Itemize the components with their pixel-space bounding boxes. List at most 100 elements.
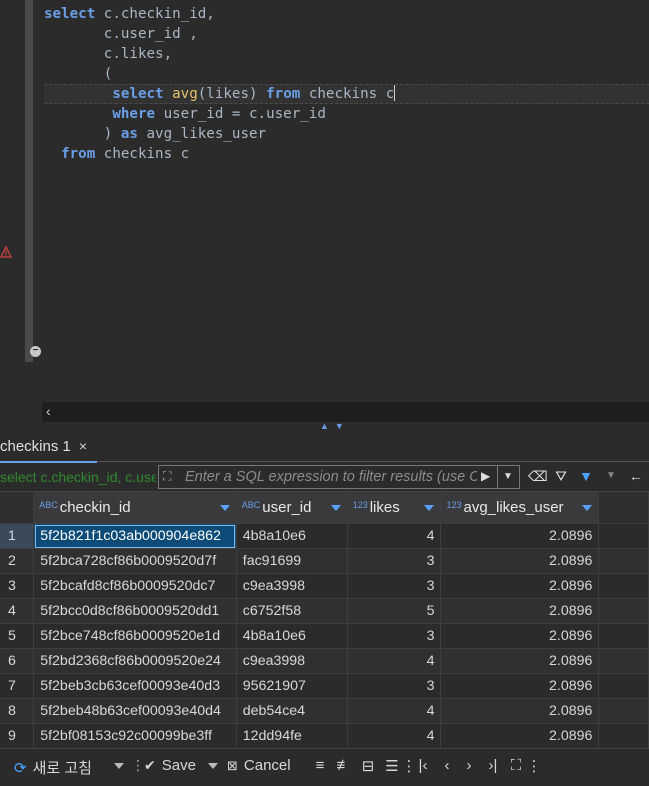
refresh-dropdown[interactable]	[114, 763, 124, 769]
table-row[interactable]: 4 5f2bcc0d8cf86b0009520dd1 c6752f58 5 2.0896	[0, 598, 649, 624]
fetch-all-icon[interactable]: ⛶	[507, 757, 525, 774]
apply-filter-icon[interactable]: ▶	[481, 469, 490, 483]
fold-collapse-icon[interactable]: −	[30, 346, 41, 357]
prev-page-icon[interactable]: ‹	[438, 757, 456, 774]
cell-user-id[interactable]: 4b8a10e6	[236, 523, 348, 549]
copy-row-icon[interactable]: ⊟	[359, 757, 377, 775]
cell-avg-likes-user[interactable]: 2.0896	[440, 548, 600, 574]
chevron-down-icon[interactable]: ▼	[603, 466, 619, 486]
row-number[interactable]: 9	[0, 723, 35, 749]
cell-user-id[interactable]: 95621907	[236, 673, 348, 699]
scroll-left-icon[interactable]: ‹	[46, 403, 51, 419]
table-row[interactable]: 8 5f2beb48b63cef00093e40d4 deb54ce4 4 2.0896	[0, 698, 649, 724]
filter-settings-icon[interactable]: ⛛	[553, 466, 569, 486]
delete-row-icon[interactable]: ☰	[383, 757, 401, 775]
first-page-icon[interactable]: |‹	[414, 757, 432, 774]
chevron-down-icon[interactable]: ▼	[497, 466, 518, 488]
sort-icon[interactable]	[330, 505, 341, 511]
column-header-likes[interactable]: 123 likes	[347, 492, 442, 524]
row-number[interactable]: 4	[0, 598, 35, 624]
column-header-user-id[interactable]: ABC user_id	[236, 492, 348, 524]
row-number[interactable]: 6	[0, 648, 35, 674]
edit-rows-icon[interactable]: ≡	[311, 757, 329, 774]
cell-likes[interactable]: 3	[347, 673, 442, 699]
table-row[interactable]: 9 5f2bf08153c92c00099be3ff 12dd94fe 4 2.0896	[0, 723, 649, 749]
cell-avg-likes-user[interactable]: 2.0896	[440, 673, 600, 699]
sort-icon[interactable]	[424, 505, 435, 511]
cell-avg-likes-user[interactable]: 2.0896	[440, 523, 600, 549]
row-number[interactable]: 3	[0, 573, 35, 599]
sort-icon[interactable]	[219, 505, 230, 511]
cell-avg-likes-user[interactable]: 2.0896	[440, 723, 600, 749]
cell-avg-likes-user[interactable]: 2.0896	[440, 648, 600, 674]
cell-likes[interactable]: 4	[347, 523, 442, 549]
results-grid[interactable]: ABC checkin_id ABC user_id 123 likes 123 avg…	[0, 491, 649, 749]
code-line[interactable]: select c.checkin_id,	[44, 4, 649, 24]
more-icon[interactable]: ⋮	[525, 757, 543, 775]
cell-likes[interactable]: 4	[347, 698, 442, 724]
row-number[interactable]: 8	[0, 698, 35, 724]
cell-avg-likes-user[interactable]: 2.0896	[440, 698, 600, 724]
code-line[interactable]: (	[44, 64, 649, 84]
cell-likes[interactable]: 3	[347, 548, 442, 574]
cell-checkin-id[interactable]: 5f2bd2368cf86b0009520e24	[33, 648, 237, 674]
row-number[interactable]: 1	[0, 523, 35, 549]
cancel-button[interactable]: ⊠ Cancel	[227, 757, 291, 774]
cell-user-id[interactable]: c9ea3998	[236, 648, 348, 674]
save-dropdown[interactable]	[208, 763, 218, 769]
back-arrow-icon[interactable]: ←	[628, 466, 644, 486]
save-button[interactable]: ✔ Save	[144, 757, 196, 774]
code-line[interactable]: c.user_id ,	[44, 24, 649, 44]
table-row[interactable]: 1 5f2b821f1c03ab000904e862 4b8a10e6 4 2.0896	[0, 523, 649, 549]
filter-icon[interactable]: ▼	[578, 466, 594, 486]
add-row-icon[interactable]: ≢	[335, 757, 353, 774]
cell-avg-likes-user[interactable]: 2.0896	[440, 573, 600, 599]
code-line[interactable]: from checkins c	[44, 144, 649, 164]
refresh-button[interactable]: ⟳ 새로 고침	[14, 757, 92, 778]
cell-avg-likes-user[interactable]: 2.0896	[440, 598, 600, 624]
cell-checkin-id[interactable]: 5f2bcafd8cf86b0009520dc7	[33, 573, 237, 599]
sql-code[interactable]: select c.checkin_id, c.user_id , c.likes…	[44, 4, 649, 164]
cell-likes[interactable]: 3	[347, 573, 442, 599]
cell-user-id[interactable]: deb54ce4	[236, 698, 348, 724]
cell-user-id[interactable]: fac91699	[236, 548, 348, 574]
tab-checkins-1[interactable]: checkins 1 ×	[0, 431, 98, 463]
code-line[interactable]: c.likes,	[44, 44, 649, 64]
code-line[interactable]: select avg(likes) from checkins c	[44, 84, 649, 104]
table-row[interactable]: 7 5f2beb3cb63cef00093e40d3 95621907 3 2.0896	[0, 673, 649, 699]
code-line[interactable]: where user_id = c.user_id	[44, 104, 649, 124]
cell-checkin-id[interactable]: 5f2bce748cf86b0009520e1d	[33, 623, 237, 649]
splitter-arrows-icon[interactable]: ▲▼	[320, 421, 350, 431]
filter-input[interactable]	[185, 467, 477, 487]
cell-likes[interactable]: 3	[347, 623, 442, 649]
table-row[interactable]: 5 5f2bce748cf86b0009520e1d 4b8a10e6 3 2.0896	[0, 623, 649, 649]
cell-checkin-id[interactable]: 5f2beb3cb63cef00093e40d3	[33, 673, 237, 699]
cell-user-id[interactable]: 4b8a10e6	[236, 623, 348, 649]
more-menu[interactable]: ⋮	[131, 757, 145, 774]
row-number[interactable]: 2	[0, 548, 35, 574]
next-page-icon[interactable]: ›	[460, 757, 478, 774]
row-number-header[interactable]	[0, 492, 35, 524]
eraser-icon[interactable]: ⌫	[528, 466, 548, 486]
query-text-preview[interactable]: select c.checkin_id, c.user_id	[0, 467, 156, 487]
cell-checkin-id[interactable]: 5f2b821f1c03ab000904e862	[33, 523, 237, 549]
last-page-icon[interactable]: ›|	[484, 757, 502, 774]
table-row[interactable]: 6 5f2bd2368cf86b0009520e24 c9ea3998 4 2.0896	[0, 648, 649, 674]
column-header-avg-likes-user[interactable]: 123 avg_likes_user	[440, 492, 600, 524]
cell-likes[interactable]: 5	[347, 598, 442, 624]
row-number[interactable]: 5	[0, 623, 35, 649]
cell-user-id[interactable]: c6752f58	[236, 598, 348, 624]
cell-checkin-id[interactable]: 5f2bf08153c92c00099be3ff	[33, 723, 237, 749]
sql-editor[interactable]: − select c.checkin_id, c.user_id , c.lik…	[0, 0, 649, 402]
close-icon[interactable]: ×	[79, 438, 87, 454]
cell-avg-likes-user[interactable]: 2.0896	[440, 623, 600, 649]
expand-icon[interactable]: ⛶	[163, 469, 177, 483]
table-row[interactable]: 2 5f2bca728cf86b0009520d7f fac91699 3 2.0896	[0, 548, 649, 574]
cell-checkin-id[interactable]: 5f2beb48b63cef00093e40d4	[33, 698, 237, 724]
row-number[interactable]: 7	[0, 673, 35, 699]
column-header-checkin-id[interactable]: ABC checkin_id	[33, 492, 237, 524]
cell-user-id[interactable]: 12dd94fe	[236, 723, 348, 749]
cell-user-id[interactable]: c9ea3998	[236, 573, 348, 599]
sort-icon[interactable]	[582, 505, 593, 511]
cell-likes[interactable]: 4	[347, 723, 442, 749]
